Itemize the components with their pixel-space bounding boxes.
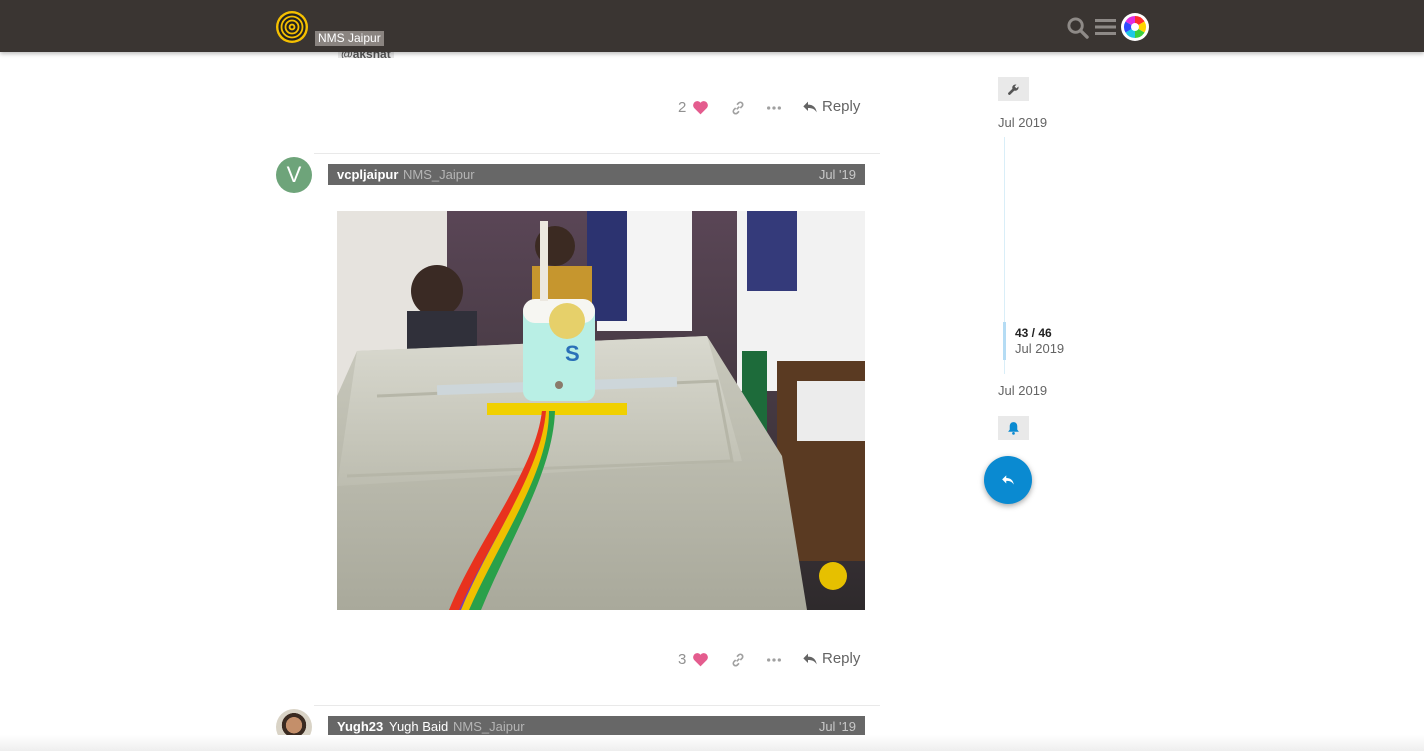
reply-icon <box>803 653 817 664</box>
wrench-icon <box>1008 83 1019 95</box>
user-group[interactable]: NMS_Jaipur <box>403 164 475 185</box>
more-options-icon[interactable] <box>766 100 782 116</box>
reply-button[interactable]: Reply <box>802 98 860 115</box>
reply-fab-button[interactable] <box>984 456 1032 504</box>
reply-button[interactable]: Reply <box>802 650 860 667</box>
user-full-name[interactable]: Yugh Baid <box>389 716 448 737</box>
user-avatar-icon[interactable] <box>1121 13 1149 41</box>
heart-icon[interactable] <box>692 652 709 667</box>
post-meta: Yugh23 Yugh Baid NMS_Jaipur Jul '19 <box>328 716 865 737</box>
svg-text:S: S <box>565 341 580 366</box>
site-name[interactable]: NMS Jaipur <box>315 31 384 46</box>
like-count[interactable]: 3 <box>678 651 686 668</box>
bell-icon <box>1008 422 1019 435</box>
timeline-handle[interactable] <box>1003 322 1006 360</box>
user-group[interactable]: NMS_Jaipur <box>453 716 525 737</box>
post-date[interactable]: Jul '19 <box>819 716 856 737</box>
timeline-position: 43 / 46 <box>1015 326 1052 340</box>
admin-wrench-button[interactable] <box>998 77 1029 101</box>
site-header: NMS Jaipur <box>0 0 1424 52</box>
timeline-position-date: Jul 2019 <box>1015 341 1065 356</box>
post-image[interactable]: S <box>337 211 865 610</box>
timeline-start-date[interactable]: Jul 2019 <box>998 115 1047 130</box>
link-icon[interactable] <box>730 652 746 668</box>
search-icon[interactable] <box>1066 16 1089 39</box>
heart-icon[interactable] <box>692 100 709 115</box>
photo-content: S <box>337 211 865 610</box>
username[interactable]: Yugh23 <box>337 716 383 737</box>
bottom-fade <box>0 735 1424 751</box>
post-divider <box>314 153 880 154</box>
post-actions: 2 Reply <box>678 97 868 119</box>
post-divider <box>314 705 880 706</box>
reply-label: Reply <box>822 98 861 115</box>
post-actions: 3 Reply <box>678 649 868 671</box>
avatar[interactable]: V <box>276 157 312 193</box>
username[interactable]: vcpljaipur <box>337 164 398 185</box>
link-icon[interactable] <box>730 100 746 116</box>
hamburger-menu-icon[interactable] <box>1095 16 1117 38</box>
reply-label: Reply <box>822 650 861 667</box>
timeline-end-date[interactable]: Jul 2019 <box>998 383 1047 398</box>
like-count[interactable]: 2 <box>678 99 686 116</box>
post-date[interactable]: Jul '19 <box>819 164 856 185</box>
post-meta: vcpljaipur NMS_Jaipur Jul '19 <box>328 164 865 185</box>
logo-icon[interactable] <box>275 10 309 44</box>
reply-icon <box>1002 475 1014 485</box>
notification-button[interactable] <box>998 416 1029 440</box>
reply-icon <box>803 101 817 112</box>
more-options-icon[interactable] <box>766 652 782 668</box>
